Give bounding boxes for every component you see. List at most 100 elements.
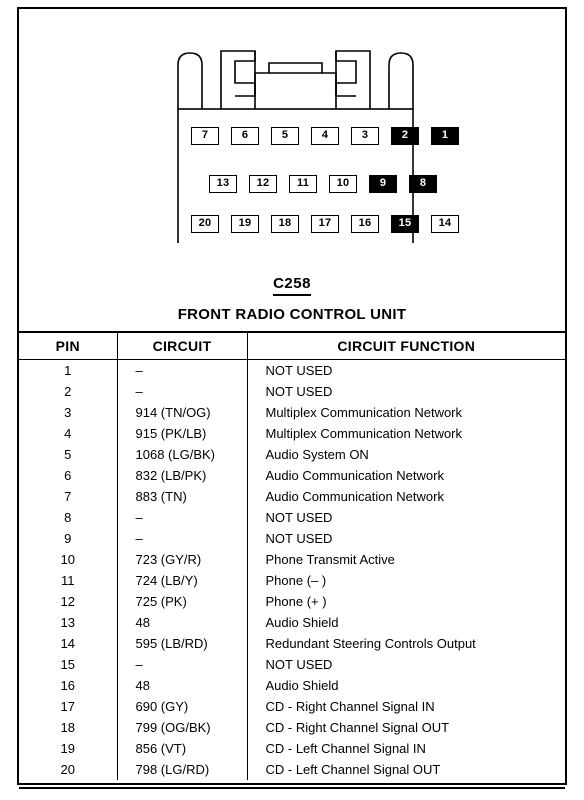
- cell-circuit-function: Redundant Steering Controls Output: [265, 636, 476, 651]
- cell-circuit: 595 (LB/RD): [116, 633, 248, 654]
- pin-assignment-table: PIN CIRCUIT CIRCUIT FUNCTION 1– NOT USED 2…: [19, 331, 565, 780]
- cell-pin: 14: [60, 636, 75, 651]
- table-row: 6 832 (LB/PK) Audio Communication Network: [19, 465, 565, 486]
- cell-circuit: 48: [116, 612, 248, 633]
- cell-circuit: 915 (PK/LB): [116, 423, 248, 444]
- connector-pin-20: 20: [191, 215, 219, 233]
- connector-pin-13: 13: [209, 175, 237, 193]
- cell-circuit: –: [116, 381, 248, 402]
- connector-pin-9: 9: [369, 175, 397, 193]
- table-row: 9 – NOT USED: [19, 528, 565, 549]
- cell-circuit: –: [116, 528, 248, 549]
- cell-pin: 8: [64, 510, 72, 525]
- table-row: 4 915 (PK/LB) Multiplex Communication Netw…: [19, 423, 565, 444]
- cell-circuit-function: Phone Transmit Active: [265, 552, 395, 567]
- table-body: 1 – NOT USED 2 – NOT USED 3 914 (TN/OG) Multiple…: [19, 359, 565, 780]
- connector-pin-row-1: 7654321: [191, 127, 459, 145]
- cell-circuit-function: Audio Shield: [265, 678, 339, 693]
- cell-circuit-function: CD - Left Channel Signal OUT: [265, 762, 441, 777]
- table-row: 8 – NOT USED: [19, 507, 565, 528]
- connector-pin-12: 12: [249, 175, 277, 193]
- connector-name-label: FRONT RADIO CONTROL UNIT: [177, 306, 407, 323]
- table-row: 16 48 Audio Shield: [19, 675, 565, 696]
- cell-circuit: 856 (VT): [116, 738, 248, 759]
- cell-pin: 15: [60, 657, 75, 672]
- cell-circuit-function: Multiplex Communication Network: [265, 426, 463, 441]
- connector-pin-10: 10: [329, 175, 357, 193]
- column-header-circuit: CIRCUIT: [116, 331, 248, 360]
- cell-circuit-function: NOT USED: [265, 510, 333, 525]
- table-row: 12 725 (PK) Phone (+ ): [19, 591, 565, 612]
- cell-circuit: 883 (TN): [116, 486, 248, 507]
- cell-circuit-function: CD - Right Channel Signal IN: [265, 699, 435, 714]
- diagram-page-frame: 7654321 13 12 11 10 9 8 20 19 18 17 16 15 14 C258 F…: [17, 7, 567, 789]
- cell-circuit-function: Phone (+ ): [265, 594, 327, 609]
- table-row: 7 883 (TN) Audio Communication Network: [19, 486, 565, 507]
- column-header-circuit-function: CIRCUIT FUNCTION: [247, 331, 565, 360]
- connector-pin-1: 1: [431, 127, 459, 145]
- cell-circuit: 724 (LB/Y): [116, 570, 248, 591]
- cell-circuit: 1068 (LG/BK): [116, 444, 248, 465]
- cell-pin: 7: [64, 489, 72, 504]
- connector-pin-6: 6: [231, 127, 259, 145]
- cell-pin: 19: [60, 741, 75, 756]
- cell-circuit-function: Audio Communication Network: [265, 489, 444, 504]
- cell-circuit-function: Audio System ON: [265, 447, 369, 462]
- cell-pin: 12: [60, 594, 75, 609]
- connector-illustration: 7654321 13 12 11 10 9 8 20 19 18 17 16 15 14: [19, 9, 565, 259]
- table-row: 19 856 (VT) CD - Left Channel Signal IN: [19, 738, 565, 759]
- connector-pin-row-2: 13 12 11 10 9 8: [209, 175, 437, 193]
- connector-pin-7: 7: [191, 127, 219, 145]
- cell-circuit: 798 (LG/RD): [116, 759, 248, 780]
- connector-pin-2: 2: [391, 127, 419, 145]
- connector-pin-4: 4: [311, 127, 339, 145]
- cell-circuit-function: Multiplex Communication Network: [265, 405, 463, 420]
- cell-circuit-function: NOT USED: [265, 531, 333, 546]
- column-header-pin: PIN: [19, 331, 117, 360]
- cell-pin: 4: [64, 426, 72, 441]
- cell-circuit-function: CD - Left Channel Signal IN: [265, 741, 426, 756]
- cell-circuit-function: NOT USED: [265, 384, 333, 399]
- cell-pin: 9: [64, 531, 72, 546]
- table-bottom-rule: [19, 787, 565, 789]
- connector-pin-19: 19: [231, 215, 259, 233]
- table-row: 13 48 Audio Shield: [19, 612, 565, 633]
- connector-pin-11: 11: [289, 175, 317, 193]
- cell-circuit: 914 (TN/OG): [116, 402, 248, 423]
- cell-circuit-function: NOT USED: [265, 363, 333, 378]
- cell-pin: 17: [60, 699, 75, 714]
- table-row: 11 724 (LB/Y) Phone (– ): [19, 570, 565, 591]
- cell-pin: 2: [64, 384, 72, 399]
- cell-circuit: 799 (OG/BK): [116, 717, 248, 738]
- cell-pin: 3: [64, 405, 72, 420]
- table-row: 15 – NOT USED: [19, 654, 565, 675]
- connector-pin-8: 8: [409, 175, 437, 193]
- cell-circuit: 48: [116, 675, 248, 696]
- cell-circuit-function: Audio Shield: [265, 615, 339, 630]
- cell-pin: 11: [61, 573, 75, 588]
- connector-pin-row-3: 20 19 18 17 16 15 14: [191, 215, 459, 233]
- cell-pin: 1: [64, 363, 72, 378]
- cell-circuit-function: Phone (– ): [265, 573, 327, 588]
- cell-circuit-function: NOT USED: [265, 657, 333, 672]
- cell-pin: 6: [64, 468, 72, 483]
- cell-pin: 16: [60, 678, 75, 693]
- table-row: 2 – NOT USED: [19, 381, 565, 402]
- cell-pin: 20: [60, 762, 75, 777]
- table-row: 17 690 (GY) CD - Right Channel Signal IN: [19, 696, 565, 717]
- cell-pin: 13: [60, 615, 75, 630]
- connector-pin-17: 17: [311, 215, 339, 233]
- connector-pin-5: 5: [271, 127, 299, 145]
- cell-circuit: –: [116, 507, 248, 528]
- cell-circuit-function: Audio Communication Network: [265, 468, 444, 483]
- cell-pin: 18: [60, 720, 75, 735]
- connector-pin-3: 3: [351, 127, 379, 145]
- connector-id-wrapper: C258: [19, 275, 565, 296]
- cell-circuit: 725 (PK): [116, 591, 248, 612]
- table-row: 3 914 (TN/OG) Multiplex Communication Netw…: [19, 402, 565, 423]
- cell-pin: 10: [60, 552, 75, 567]
- table-row: 20 798 (LG/RD) CD - Left Channel Signal OU…: [19, 759, 565, 780]
- connector-id-label: C258: [273, 275, 311, 296]
- table-row: 5 1068 (LG/BK) Audio System ON: [19, 444, 565, 465]
- connector-pin-18: 18: [271, 215, 299, 233]
